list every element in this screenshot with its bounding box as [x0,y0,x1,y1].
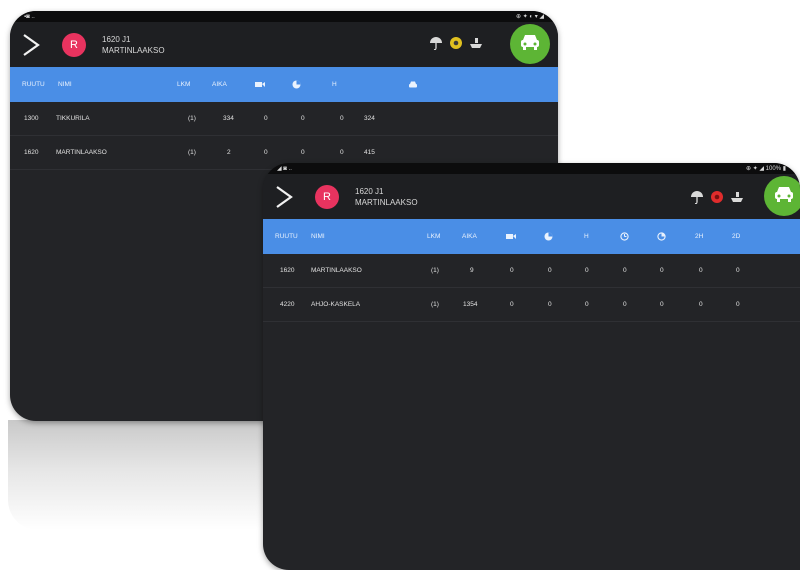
status-bar: ◢ ◙ .. ⊕ ✦ ◢ 100% ▮ [263,163,800,174]
row-value: 0 [660,267,664,274]
title-block: 1620 J1 MARTINLAAKSO [102,34,165,56]
row-name: AHJO-KASKELA [311,301,361,308]
col-nimi[interactable]: NIMI [58,67,72,102]
col-2h[interactable]: 2H [695,219,703,254]
row-lkm: (1) [431,301,439,308]
row-lkm: (1) [188,115,196,122]
table-row[interactable]: 4220 AHJO-KASKELA (1) 1354 0 0 0 0 0 0 0 [263,288,800,322]
row-value: 0 [301,115,305,122]
column-header: RUUTU NIMI LKM AIKA H [10,67,558,102]
row-value: 0 [264,149,268,156]
timer-icon[interactable] [657,219,666,254]
avatar[interactable]: R [62,32,86,57]
row-value: 0 [510,267,514,274]
header-icons [690,190,744,209]
avatar[interactable]: R [315,184,339,209]
row-lkm: (1) [431,267,439,274]
umbrella-icon[interactable] [429,36,443,55]
row-value: 0 [699,267,703,274]
column-header: RUUTU NIMI LKM AIKA H 2H 2D [263,219,800,254]
row-aika: 334 [223,115,234,122]
car-icon [773,185,795,208]
col-nimi[interactable]: NIMI [311,219,325,254]
clock-icon[interactable] [620,219,629,254]
row-value: 324 [364,115,375,122]
row-value: 0 [660,301,664,308]
row-value: 0 [623,267,627,274]
row-value: 0 [623,301,627,308]
col-aika[interactable]: AIKA [462,219,477,254]
row-value: 0 [736,267,740,274]
pie-icon[interactable] [292,67,301,102]
route-label: 1620 J1 [355,186,384,196]
row-value: 0 [548,267,552,274]
header-icons [429,36,483,55]
row-id: 1300 [24,115,39,122]
col-2d[interactable]: 2D [732,219,740,254]
app-header: R 1620 J1 MARTINLAAKSO [263,174,800,219]
status-left: ▪◙ .. [24,13,35,20]
row-lkm: (1) [188,149,196,156]
row-value: 0 [510,301,514,308]
umbrella-icon[interactable] [690,190,704,209]
col-lkm[interactable]: LKM [177,67,190,102]
car-button[interactable] [764,176,800,216]
col-aika[interactable]: AIKA [212,67,227,102]
chevron-right-icon[interactable] [267,184,301,210]
car-icon [519,33,541,56]
row-id: 1620 [24,149,39,156]
front-tablet-screen: ◢ ◙ .. ⊕ ✦ ◢ 100% ▮ R 1620 J1 MARTINLAAK… [263,163,800,570]
row-id: 4220 [280,301,295,308]
row-value: 0 [585,267,589,274]
status-dot-icon[interactable] [449,36,463,55]
status-dot-icon[interactable] [710,190,724,209]
row-value: 0 [699,301,703,308]
row-aika: 1354 [463,301,478,308]
row-value: 0 [548,301,552,308]
table-row[interactable]: 1300 TIKKURILA (1) 334 0 0 0 324 [10,102,558,136]
row-value: 0 [264,115,268,122]
row-id: 1620 [280,267,295,274]
table-row[interactable]: 1620 MARTINLAAKSO (1) 9 0 0 0 0 0 0 0 [263,254,800,288]
ship-icon[interactable] [730,190,744,209]
row-value: 0 [585,301,589,308]
row-name: MARTINLAAKSO [311,267,362,274]
col-ruutu[interactable]: RUUTU [275,219,298,254]
status-bar: ▪◙ .. ⊕ ✦ ◐ ▾ ◢ [10,11,558,22]
status-left: ◢ ◙ .. [277,166,292,172]
title-block: 1620 J1 MARTINLAAKSO [355,186,418,208]
tablet-reflection [8,420,278,530]
col-h[interactable]: H [584,219,589,254]
col-lkm[interactable]: LKM [427,219,440,254]
row-name: TIKKURILA [56,115,90,122]
chevron-right-icon[interactable] [14,32,48,58]
app-header: R 1620 J1 MARTINLAAKSO [10,22,558,67]
route-label: 1620 J1 [102,34,131,44]
row-name: MARTINLAAKSO [56,149,107,156]
row-aika: 2 [227,149,231,156]
camera-icon[interactable] [255,67,265,102]
car-icon[interactable] [408,67,418,102]
pie-icon[interactable] [544,219,553,254]
col-h[interactable]: H [332,67,337,102]
stop-label: MARTINLAAKSO [102,45,165,55]
row-value: 0 [736,301,740,308]
car-button[interactable] [510,24,550,64]
row-aika: 9 [470,267,474,274]
row-value: 0 [340,115,344,122]
col-ruutu[interactable]: RUUTU [22,67,45,102]
status-right: ⊕ ✦ ◐ ▾ ◢ [516,14,544,20]
status-right: ⊕ ✦ ◢ 100% ▮ [746,166,786,172]
camera-icon[interactable] [506,219,516,254]
stop-label: MARTINLAAKSO [355,197,418,207]
ship-icon[interactable] [469,36,483,55]
